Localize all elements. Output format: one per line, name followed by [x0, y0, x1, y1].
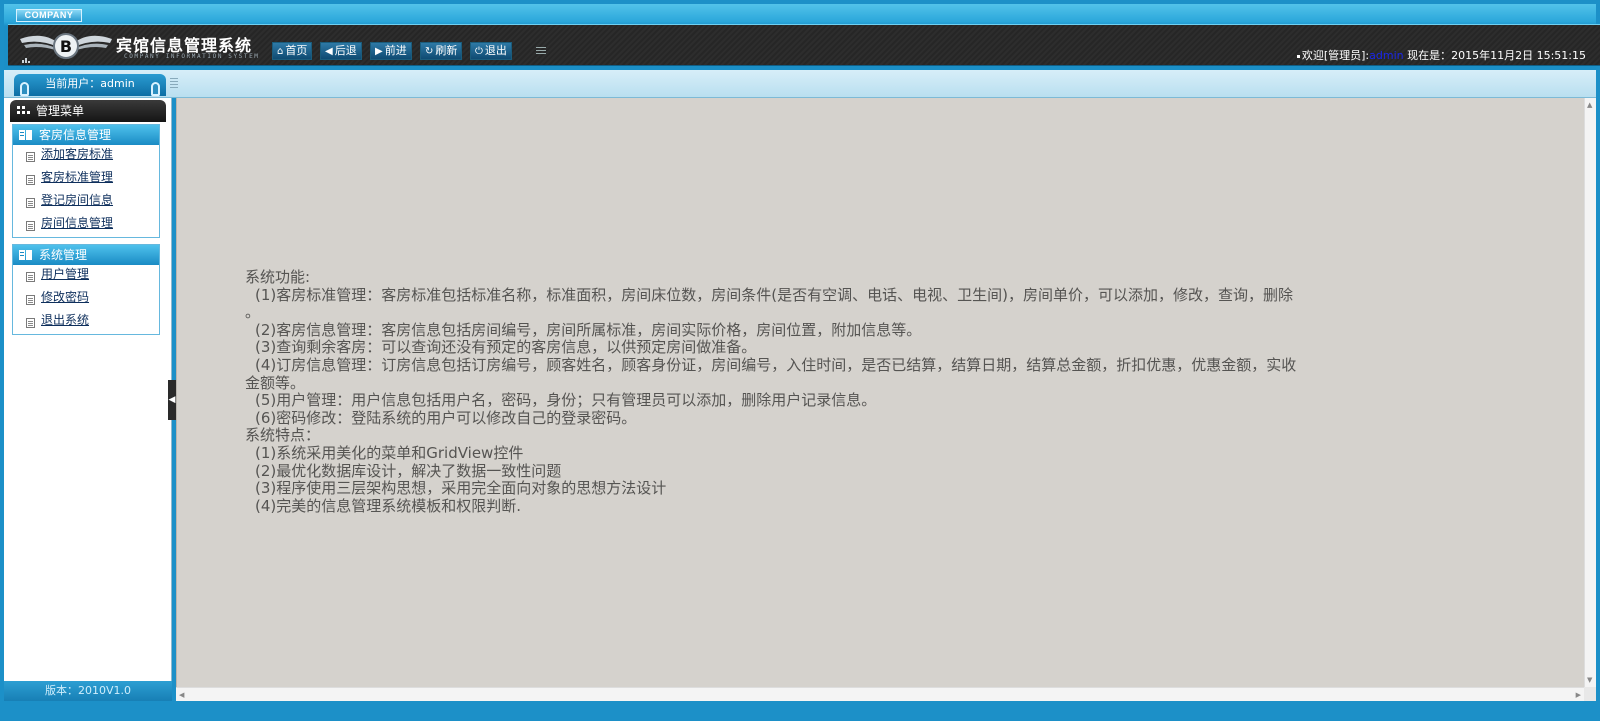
- menu-item-add-room-standard[interactable]: 添加客房标准: [13, 145, 159, 168]
- grip-handle[interactable]: [170, 78, 178, 90]
- description-line: 系统功能:: [245, 268, 311, 286]
- svg-text:B: B: [60, 37, 72, 56]
- section-header[interactable]: 客房信息管理: [13, 125, 159, 145]
- company-badge: COMPANY: [16, 9, 82, 22]
- description-line: (3)程序使用三层架构思想，采用完全面向对象的思想方法设计: [255, 479, 667, 498]
- back-button[interactable]: ◀ 后退: [320, 42, 362, 60]
- grid-icon: [17, 106, 30, 114]
- logout-button[interactable]: ⏻ 退出: [470, 42, 512, 60]
- scroll-down-icon[interactable]: ▼: [1587, 676, 1592, 684]
- refresh-icon: ↻: [425, 46, 434, 57]
- title-bar: B 宾馆信息管理系统 COMPANY INFORMATION SYSTEM ⌂ 首…: [8, 24, 1600, 66]
- welcome-username: admin: [1369, 49, 1404, 62]
- pin-icon: [20, 82, 29, 96]
- bullet-icon: [1296, 54, 1300, 58]
- menu-title: 管理菜单: [36, 104, 85, 118]
- top-header: COMPANY B 宾馆信息管理系统 COMPANY INFORMATION S…: [4, 4, 1600, 70]
- scroll-right-icon[interactable]: ▶: [1576, 691, 1581, 699]
- document-icon: [26, 272, 35, 282]
- description-line: (1)客房标准管理：客房标准包括标准名称，标准面积，房间床位数，房间条件(是否有…: [255, 285, 1293, 304]
- version-label: 版本：2010V1.0: [4, 681, 172, 701]
- scroll-up-icon[interactable]: ▲: [1587, 101, 1592, 109]
- description-line: (3)查询剩余客房：可以查询还没有预定的客房信息，以供预定房间做准备。: [255, 338, 757, 357]
- document-icon: [26, 152, 35, 162]
- description-line: (1)系统采用美化的菜单和GridView控件: [255, 443, 524, 462]
- current-user-tab: 当前用户：admin: [14, 74, 166, 96]
- book-icon: [19, 130, 32, 140]
- section-system-management: 系统管理 用户管理 修改密码 退出系统: [12, 244, 160, 335]
- chevron-left-icon: ◀: [168, 395, 176, 405]
- system-description: 系统功能: (1)客房标准管理：客房标准包括标准名称，标准面积，房间床位数，房间条…: [245, 268, 1545, 515]
- description-line: 金额等。: [245, 373, 306, 392]
- logo-emblem-icon: B: [20, 33, 112, 59]
- bars-icon: [22, 58, 30, 63]
- description-line: 系统特点：: [245, 426, 321, 445]
- document-icon: [26, 175, 35, 185]
- menu-item-user-management[interactable]: 用户管理: [13, 265, 159, 288]
- description-line: (4)完美的信息管理系统模板和权限判断.: [255, 496, 522, 515]
- collapse-sidebar-button[interactable]: ◀: [168, 380, 176, 420]
- document-icon: [26, 221, 35, 231]
- menu-item-room-info-management[interactable]: 房间信息管理: [13, 214, 159, 237]
- sub-bar: 当前用户：admin: [4, 70, 1596, 98]
- book-icon: [19, 250, 32, 260]
- description-line: (6)密码修改：登陆系统的用户可以修改自己的登录密码。: [255, 408, 637, 427]
- document-icon: [26, 198, 35, 208]
- document-icon: [26, 318, 35, 328]
- forward-button[interactable]: ▶ 前进: [370, 42, 412, 60]
- welcome-text: 欢迎[管理员]:admin 现在是：2015年11月2日 15:51:15: [1296, 47, 1586, 63]
- menu-item-logout[interactable]: 退出系统: [13, 311, 159, 334]
- current-user-label: 当前用户：admin: [45, 77, 135, 90]
- description-line: (5)用户管理：用户信息包括用户名，密码，身份；只有管理员可以添加，删除用户记录…: [255, 391, 877, 410]
- vertical-scrollbar[interactable]: ▲ ▼: [1584, 98, 1596, 687]
- description-line: (4)订房信息管理：订房信息包括订房编号，顾客姓名，顾客身份证，房间编号，入住时…: [255, 355, 1297, 374]
- arrow-right-icon: ▶: [375, 46, 383, 57]
- app-subtitle: COMPANY INFORMATION SYSTEM: [124, 53, 260, 60]
- main-content: 系统功能: (1)客房标准管理：客房标准包括标准名称，标准面积，房间床位数，房间条…: [176, 98, 1584, 687]
- menu-item-register-room[interactable]: 登记房间信息: [13, 191, 159, 214]
- description-line: 。: [245, 303, 261, 322]
- pin-icon: [151, 82, 160, 96]
- horizontal-scrollbar[interactable]: ◀ ▶: [176, 687, 1584, 701]
- description-line: (2)客房信息管理：客房信息包括房间编号，房间所属标准，房间实际价格，房间位置，…: [255, 320, 922, 339]
- menu-header: 管理菜单: [10, 100, 166, 122]
- menu-lines-icon: [536, 47, 546, 54]
- menu-item-room-standard-management[interactable]: 客房标准管理: [13, 168, 159, 191]
- sidebar: 管理菜单 客房信息管理 添加客房标准 客房标准管理 登记房间信息 房间信息管理 …: [4, 98, 172, 699]
- menu-item-change-password[interactable]: 修改密码: [13, 288, 159, 311]
- arrow-left-icon: ◀: [325, 46, 333, 57]
- power-icon: ⏻: [475, 46, 483, 57]
- scrollbar-corner: [1584, 687, 1596, 701]
- current-time: 现在是：2015年11月2日 15:51:15: [1407, 49, 1586, 62]
- section-header[interactable]: 系统管理: [13, 245, 159, 265]
- description-line: (2)最优化数据库设计，解决了数据一致性问题: [255, 461, 562, 480]
- document-icon: [26, 295, 35, 305]
- section-room-info: 客房信息管理 添加客房标准 客房标准管理 登记房间信息 房间信息管理: [12, 124, 160, 238]
- home-button[interactable]: ⌂ 首页: [272, 42, 313, 60]
- refresh-button[interactable]: ↻ 刷新: [420, 42, 463, 60]
- scroll-left-icon[interactable]: ◀: [179, 691, 184, 699]
- home-icon: ⌂: [277, 46, 284, 57]
